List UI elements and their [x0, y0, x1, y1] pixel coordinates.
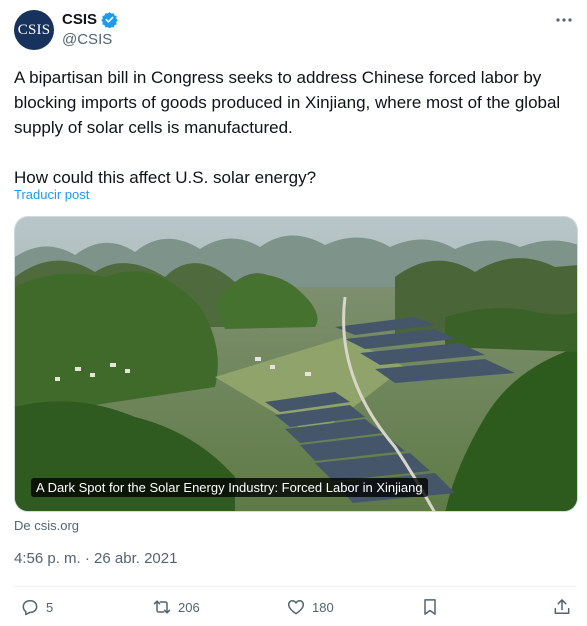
- link-source[interactable]: De csis.org: [14, 518, 79, 533]
- bookmark-button[interactable]: [420, 597, 440, 617]
- tweet-timestamp[interactable]: 4:56 p. m. · 26 abr. 2021: [14, 550, 177, 567]
- share-icon: [554, 599, 570, 614]
- reply-icon: [22, 600, 38, 616]
- tweet-text: A bipartisan bill in Congress seeks to a…: [14, 68, 561, 187]
- reply-count: 5: [46, 599, 54, 615]
- repost-button[interactable]: 206: [152, 597, 200, 617]
- translate-post-link[interactable]: Traducir post: [14, 187, 89, 202]
- heart-icon: [287, 600, 305, 615]
- like-count: 180: [312, 599, 334, 615]
- divider: [14, 586, 576, 587]
- like-button[interactable]: 180: [286, 597, 334, 617]
- bookmark-icon: [424, 599, 436, 615]
- link-card-caption[interactable]: A Dark Spot for the Solar Energy Industr…: [31, 478, 428, 497]
- share-button[interactable]: [552, 597, 572, 617]
- landscape-image: [15, 217, 577, 511]
- more-options-icon[interactable]: [552, 10, 576, 30]
- verified-badge-icon: [101, 12, 118, 28]
- tweet-header: CSIS CSIS @CSIS: [14, 10, 576, 52]
- link-card-image[interactable]: A Dark Spot for the Solar Energy Industr…: [14, 216, 578, 512]
- tweet-actions-bar: 5 206 180: [14, 597, 576, 621]
- avatar[interactable]: CSIS: [14, 10, 54, 50]
- repost-icon: [153, 600, 171, 614]
- repost-count: 206: [178, 599, 200, 615]
- display-name[interactable]: CSIS: [62, 11, 97, 28]
- author-name-row[interactable]: CSIS: [62, 11, 118, 28]
- reply-button[interactable]: 5: [20, 597, 53, 617]
- author-handle[interactable]: @CSIS: [62, 31, 112, 48]
